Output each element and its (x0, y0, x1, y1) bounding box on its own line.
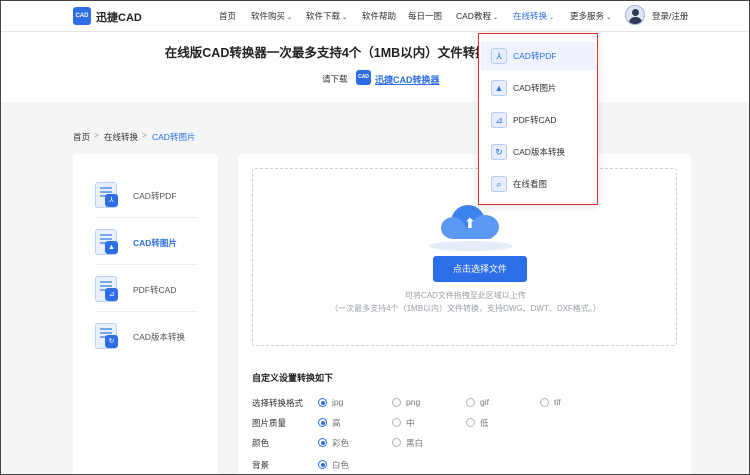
divider (95, 264, 197, 265)
chevron-down-icon: ⌄ (342, 15, 348, 21)
divider (95, 217, 197, 218)
chevron-down-icon: ⌄ (549, 15, 555, 21)
breadcrumb-home[interactable]: 首页 (73, 131, 90, 143)
sidebar-item-cad-version[interactable]: ↻ CAD版本转换 (95, 321, 197, 361)
breadcrumb-separator: > (142, 131, 147, 140)
pdf-icon: ⅄ (105, 194, 118, 207)
menu-item-cad-to-pdf[interactable]: ⅄ CAD转PDF (481, 42, 595, 70)
menu-item-cad-version[interactable]: ↻ CAD版本转换 (481, 138, 595, 166)
cad-icon: ⊿ (491, 112, 507, 128)
chevron-down-icon: ⌄ (606, 15, 612, 21)
image-icon: ▲ (491, 80, 507, 96)
pdf-icon: ⅄ (491, 48, 507, 64)
brand-name[interactable]: 迅捷CAD (96, 9, 142, 25)
background-label: 背景 (252, 460, 270, 470)
nav-daily-drawing[interactable]: 每日一图 (408, 10, 442, 22)
converter-logo-icon[interactable]: CAD (356, 70, 371, 85)
chevron-down-icon: ⌄ (492, 15, 498, 21)
menu-item-label: CAD转图片 (513, 83, 557, 93)
menu-item-cad-to-image[interactable]: ▲ CAD转图片 (481, 74, 595, 102)
file-drop-zone[interactable]: ⬆ 点击选择文件 可将CAD文件拖拽至此区域以上传 （一次最多支持4个（1MB以… (252, 168, 677, 346)
format-hint: （一次最多支持4个（1MB以内）文件转换，支持DWG、DWT、DXF格式。） (330, 304, 601, 313)
nav-more-services[interactable]: 更多服务 ⌄ (570, 10, 611, 22)
drag-hint: 可将CAD文件拖拽至此区域以上传 (405, 291, 526, 300)
cloud-shadow (429, 241, 513, 251)
menu-item-label: 在线看图 (513, 179, 548, 189)
download-prompt: 请下载 (322, 74, 348, 84)
nav-home[interactable]: 首页 (219, 10, 236, 22)
nav-download[interactable]: 软件下载 ⌄ (306, 10, 347, 22)
sidebar-item-pdf-to-cad[interactable]: ⊿ PDF转CAD (95, 274, 197, 314)
nav-tutorials[interactable]: CAD教程 ⌄ (456, 10, 498, 22)
breadcrumb-separator: > (94, 131, 99, 140)
breadcrumb-current: CAD转图片 (152, 132, 196, 142)
quality-label: 图片质量 (252, 418, 287, 428)
sidebar-item-label: CAD转图片 (133, 238, 177, 248)
sidebar-item-label: PDF转CAD (133, 285, 177, 295)
color-label: 颜色 (252, 438, 270, 448)
menu-item-label: CAD转PDF (513, 51, 557, 61)
divider (95, 311, 197, 312)
breadcrumb-online-convert[interactable]: 在线转换 (104, 131, 138, 143)
nav-buy[interactable]: 软件购买 ⌄ (251, 10, 292, 22)
sidebar-item-label: CAD版本转换 (133, 332, 185, 342)
settings-title: 自定义设置转换如下 (252, 373, 334, 383)
nav-help[interactable]: 软件帮助 (362, 10, 396, 22)
download-converter-link[interactable]: 迅捷CAD转换器 (375, 73, 440, 86)
select-file-button[interactable]: 点击选择文件 (433, 256, 527, 282)
banner: 在线版CAD转换器一次最多支持4个（1MB以内）文件转换，如件 请下载 CAD … (0, 32, 750, 102)
menu-item-label: CAD版本转换 (513, 147, 565, 157)
refresh-icon: ↻ (105, 335, 118, 348)
menu-item-online-viewer[interactable]: ⌕ 在线看图 (481, 170, 595, 198)
login-register-link[interactable]: 登录/注册 (652, 10, 688, 22)
online-convert-dropdown: ⅄ CAD转PDF ▲ CAD转图片 ⊿ PDF转CAD ↻ CAD版本转换 ⌕… (478, 33, 598, 205)
avatar[interactable] (625, 5, 645, 25)
cad-icon: ⊿ (105, 288, 118, 301)
search-icon: ⌕ (491, 176, 507, 192)
top-header: CAD 迅捷CAD 首页 软件购买 ⌄ 软件下载 ⌄ 软件帮助 每日一图 CAD教程… (0, 0, 750, 32)
image-icon: ▲ (105, 241, 118, 254)
nav-online-convert[interactable]: 在线转换 ⌄ (513, 10, 554, 22)
menu-item-pdf-to-cad[interactable]: ⊿ PDF转CAD (481, 106, 595, 134)
menu-item-label: PDF转CAD (513, 115, 557, 125)
sidebar-item-label: CAD转PDF (133, 191, 177, 201)
chevron-down-icon: ⌄ (287, 15, 293, 21)
tool-sidebar: ⅄ CAD转PDF ▲ CAD转图片 ⊿ PDF转CAD ↻ CAD版本转换 (73, 154, 218, 475)
format-label: 选择转换格式 (252, 398, 304, 408)
refresh-icon: ↻ (491, 144, 507, 160)
upload-arrow-icon: ⬆ (464, 215, 476, 231)
logo-icon[interactable]: CAD (73, 7, 91, 25)
sidebar-item-cad-to-image[interactable]: ▲ CAD转图片 (95, 227, 197, 267)
banner-title: 在线版CAD转换器一次最多支持4个（1MB以内）文件转换，如件 (164, 46, 585, 60)
sidebar-item-cad-to-pdf[interactable]: ⅄ CAD转PDF (95, 180, 197, 220)
converter-panel: ⬆ 点击选择文件 可将CAD文件拖拽至此区域以上传 （一次最多支持4个（1MB以… (238, 154, 691, 475)
